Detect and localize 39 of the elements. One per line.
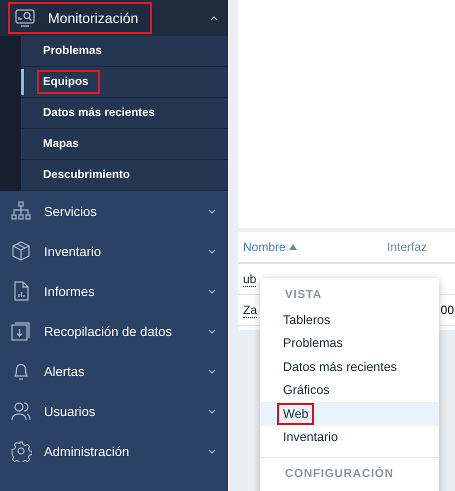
hierarchy-icon xyxy=(10,200,32,222)
expand-caret-icon[interactable] xyxy=(208,328,216,334)
gear-icon xyxy=(10,440,32,462)
submenu-item[interactable]: Problemas xyxy=(21,36,228,67)
expand-caret-icon[interactable] xyxy=(208,208,216,214)
menu-section-header: VISTA xyxy=(285,289,322,301)
submenu-item[interactable]: Descubrimiento xyxy=(21,160,228,191)
sidebar-item[interactable]: Alertas xyxy=(44,364,84,378)
host-link[interactable]: ub xyxy=(243,272,256,286)
submenu-item[interactable]: Equipos xyxy=(21,67,228,98)
expand-caret-icon[interactable] xyxy=(208,408,216,414)
expand-caret-icon[interactable] xyxy=(208,368,216,374)
menu-item[interactable]: Datos más recientes xyxy=(260,355,439,378)
sidebar-item[interactable]: Servicios xyxy=(44,204,97,218)
users-icon xyxy=(10,400,32,422)
sidebar-item[interactable]: Usuarios xyxy=(44,404,96,418)
menu-item[interactable]: Tableros xyxy=(260,308,439,332)
expand-caret-icon[interactable] xyxy=(208,448,216,454)
sidebar-item[interactable]: Recopilación de datos xyxy=(44,324,172,338)
menu-item[interactable]: Inventario xyxy=(260,426,439,449)
menu-item[interactable]: Gráficos xyxy=(260,378,439,402)
menu-item[interactable]: Web xyxy=(260,402,439,426)
sidebar-item[interactable]: Administración xyxy=(44,444,130,458)
box-icon xyxy=(10,240,32,262)
menu-item[interactable]: Problemas xyxy=(260,332,439,355)
submenu-item[interactable]: Mapas xyxy=(21,129,228,160)
expand-caret-icon[interactable] xyxy=(208,288,216,294)
menu-section-header: CONFIGURACIÓN xyxy=(285,468,394,480)
download-tray-icon xyxy=(10,320,32,342)
expand-caret-icon[interactable] xyxy=(208,248,216,254)
submenu-item[interactable]: Datos más recientes xyxy=(21,98,228,129)
column-header[interactable]: Nombre xyxy=(243,240,286,254)
collapse-caret-icon[interactable] xyxy=(210,16,218,20)
host-link[interactable]: Za xyxy=(243,302,258,318)
sidebar-item[interactable]: Inventario xyxy=(44,244,102,258)
monitor-search-icon xyxy=(14,7,36,29)
table-cell: 00 xyxy=(440,303,454,317)
sidebar-item[interactable]: Informes xyxy=(44,284,95,298)
menu-section-title[interactable]: Monitorización xyxy=(48,10,138,26)
